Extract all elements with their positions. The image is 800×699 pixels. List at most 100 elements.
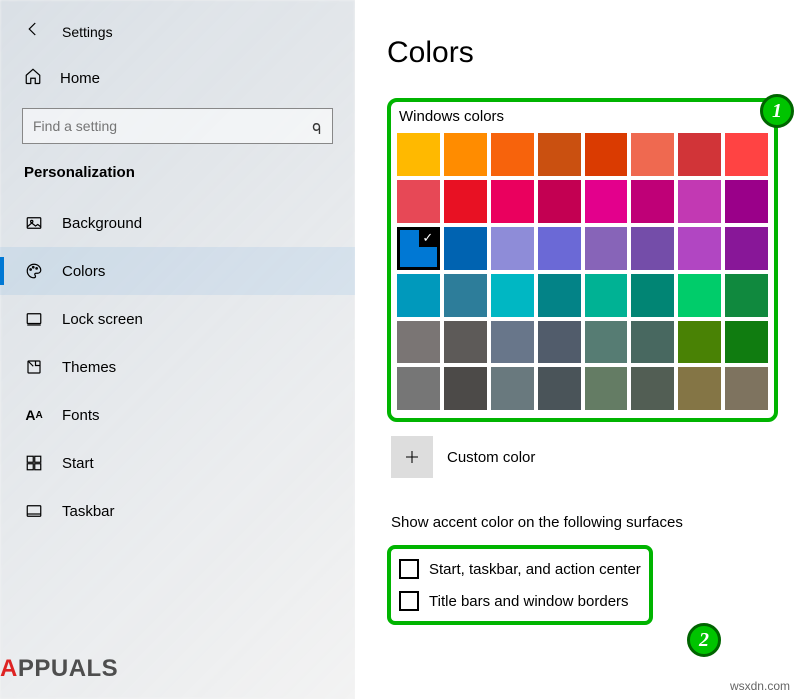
search-icon: ⍴ — [312, 117, 322, 135]
custom-color-label: Custom color — [447, 449, 535, 466]
accent-surfaces-heading: Show accent color on the following surfa… — [391, 514, 778, 531]
settings-app: Settings Home ⍴ Personalization Backgrou… — [0, 0, 800, 699]
sidebar-item-colors[interactable]: Colors — [0, 247, 355, 295]
color-swatch[interactable] — [725, 367, 768, 410]
color-swatch[interactable] — [538, 367, 581, 410]
color-swatch[interactable] — [397, 274, 440, 317]
sidebar-item-themes[interactable]: Themes — [0, 343, 355, 391]
color-swatch[interactable] — [538, 274, 581, 317]
watermark-logo: APPUALS — [0, 655, 118, 683]
color-swatch[interactable] — [491, 321, 534, 364]
checkbox-title-bars[interactable]: Title bars and window borders — [399, 585, 641, 617]
color-swatch[interactable] — [725, 274, 768, 317]
search-input[interactable] — [33, 118, 312, 134]
sidebar-item-label: Background — [62, 215, 142, 232]
sidebar-item-label: Fonts — [62, 407, 100, 424]
color-swatch[interactable] — [444, 367, 487, 410]
color-swatch-grid: ✓ — [397, 133, 768, 410]
color-swatch[interactable] — [538, 180, 581, 223]
color-swatch[interactable] — [631, 180, 674, 223]
start-icon — [24, 453, 44, 473]
back-icon[interactable] — [24, 20, 42, 43]
color-swatch[interactable] — [491, 367, 534, 410]
custom-color-row: Custom color — [391, 436, 778, 478]
color-swatch[interactable] — [397, 367, 440, 410]
annotation-box-1: Windows colors ✓ — [387, 98, 778, 422]
color-swatch[interactable] — [491, 133, 534, 176]
color-swatch[interactable] — [631, 274, 674, 317]
color-swatch[interactable] — [725, 321, 768, 364]
section-title: Personalization — [0, 164, 355, 199]
callout-2: 2 — [687, 623, 721, 657]
color-swatch[interactable] — [585, 274, 628, 317]
color-swatch[interactable] — [631, 133, 674, 176]
sidebar-item-taskbar[interactable]: Taskbar — [0, 487, 355, 535]
color-swatch[interactable] — [444, 227, 487, 270]
color-swatch[interactable] — [444, 321, 487, 364]
header: Settings — [0, 0, 355, 43]
color-swatch[interactable] — [444, 133, 487, 176]
search-box[interactable]: ⍴ — [22, 108, 333, 144]
color-swatch[interactable] — [585, 227, 628, 270]
color-swatch[interactable] — [678, 180, 721, 223]
color-swatch[interactable] — [631, 227, 674, 270]
color-swatch[interactable] — [631, 321, 674, 364]
lock-screen-icon — [24, 309, 44, 329]
palette-icon — [24, 261, 44, 281]
home-label: Home — [60, 70, 100, 87]
color-swatch[interactable] — [678, 274, 721, 317]
color-swatch[interactable]: ✓ — [397, 227, 440, 270]
color-swatch[interactable] — [585, 321, 628, 364]
color-swatch[interactable] — [585, 367, 628, 410]
color-swatch[interactable] — [725, 180, 768, 223]
color-swatch[interactable] — [538, 133, 581, 176]
sidebar: Settings Home ⍴ Personalization Backgrou… — [0, 0, 355, 699]
color-swatch[interactable] — [678, 133, 721, 176]
sidebar-item-lock-screen[interactable]: Lock screen — [0, 295, 355, 343]
annotation-box-2: Start, taskbar, and action center Title … — [387, 545, 653, 625]
picture-icon — [24, 213, 44, 233]
home-icon — [24, 67, 42, 90]
color-swatch[interactable] — [585, 180, 628, 223]
color-swatch[interactable] — [444, 274, 487, 317]
checkbox-icon — [399, 559, 419, 579]
sidebar-item-background[interactable]: Background — [0, 199, 355, 247]
color-swatch[interactable] — [397, 180, 440, 223]
color-swatch[interactable] — [725, 133, 768, 176]
windows-colors-label: Windows colors — [397, 108, 768, 125]
page-title: Colors — [387, 36, 778, 70]
sidebar-item-label: Start — [62, 455, 94, 472]
color-swatch[interactable] — [538, 321, 581, 364]
color-swatch[interactable] — [491, 274, 534, 317]
custom-color-button[interactable] — [391, 436, 433, 478]
sidebar-item-label: Colors — [62, 263, 105, 280]
color-swatch[interactable] — [397, 133, 440, 176]
sidebar-item-label: Lock screen — [62, 311, 143, 328]
color-swatch[interactable] — [491, 180, 534, 223]
callout-1: 1 — [760, 94, 794, 128]
sidebar-item-label: Taskbar — [62, 503, 115, 520]
fonts-icon: AA — [24, 405, 44, 425]
app-title: Settings — [62, 24, 113, 40]
color-swatch[interactable] — [444, 180, 487, 223]
home-link[interactable]: Home — [0, 43, 355, 104]
color-swatch[interactable] — [678, 227, 721, 270]
color-swatch[interactable] — [397, 321, 440, 364]
sidebar-item-fonts[interactable]: AA Fonts — [0, 391, 355, 439]
checkbox-label: Title bars and window borders — [429, 593, 629, 610]
watermark-site: wsxdn.com — [730, 679, 790, 693]
color-swatch[interactable] — [725, 227, 768, 270]
main-panel: Colors Windows colors ✓ 1 Custom color S… — [355, 0, 800, 699]
check-icon: ✓ — [419, 229, 437, 247]
color-swatch[interactable] — [678, 367, 721, 410]
themes-icon — [24, 357, 44, 377]
taskbar-icon — [24, 501, 44, 521]
color-swatch[interactable] — [585, 133, 628, 176]
color-swatch[interactable] — [538, 227, 581, 270]
color-swatch[interactable] — [678, 321, 721, 364]
sidebar-item-start[interactable]: Start — [0, 439, 355, 487]
color-swatch[interactable] — [631, 367, 674, 410]
sidebar-item-label: Themes — [62, 359, 116, 376]
color-swatch[interactable] — [491, 227, 534, 270]
checkbox-start-taskbar[interactable]: Start, taskbar, and action center — [399, 553, 641, 585]
